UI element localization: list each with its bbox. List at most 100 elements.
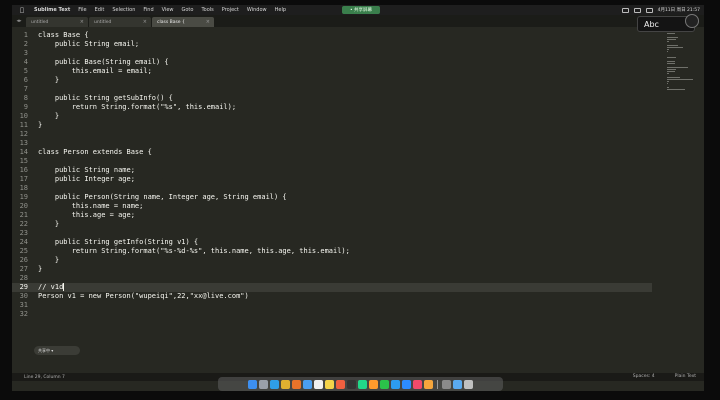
code-line[interactable]: 10 } (12, 112, 652, 121)
minimap[interactable] (667, 31, 695, 91)
code-line[interactable]: 31 (12, 301, 652, 310)
code-line[interactable]: 28 (12, 274, 652, 283)
line-text[interactable]: public String getInfo(String v1) { (32, 238, 198, 246)
line-text[interactable]: } (32, 112, 59, 120)
firefox-icon[interactable] (292, 379, 301, 389)
code-line[interactable]: 13 (12, 139, 652, 148)
tab-untitled-1[interactable]: untitled × (26, 17, 88, 27)
line-text[interactable] (32, 49, 38, 57)
sublime-icon[interactable] (369, 379, 378, 389)
code-line[interactable]: 3 (12, 49, 652, 58)
qq-icon[interactable] (391, 379, 400, 389)
terminal-icon[interactable] (347, 379, 356, 389)
code-line[interactable]: 24 public String getInfo(String v1) { (12, 238, 652, 247)
code-line[interactable]: 29 // v1d (12, 283, 652, 292)
line-text[interactable] (32, 184, 38, 192)
line-text[interactable]: class Base { (32, 31, 89, 39)
line-text[interactable] (32, 85, 38, 93)
line-text[interactable] (32, 139, 38, 147)
menu-clock[interactable]: 4月11日 周日 21:57 (658, 7, 700, 13)
menu-tools[interactable]: Tools (201, 7, 213, 13)
code-line[interactable]: 21 this.age = age; (12, 211, 652, 220)
menu-selection[interactable]: Selection (112, 7, 135, 13)
tab-untitled-2[interactable]: untitled × (89, 17, 151, 27)
notes-icon[interactable] (325, 379, 334, 389)
screen-share-pill[interactable]: • 共享屏幕 (342, 6, 380, 14)
code-line[interactable]: 25 return String.format("%s-%d-%s", this… (12, 247, 652, 256)
ime-circle-icon[interactable] (685, 14, 699, 28)
code-line[interactable]: 32 (12, 310, 652, 319)
wechat-icon[interactable] (380, 379, 389, 389)
menu-project[interactable]: Project (222, 7, 239, 13)
code-line[interactable]: 22 } (12, 220, 652, 229)
code-line[interactable]: 2 public String email; (12, 40, 652, 49)
tab-scroll-arrows-icon[interactable]: ◂▸ (12, 15, 26, 27)
battery-icon[interactable] (633, 7, 641, 13)
line-text[interactable] (32, 157, 38, 165)
line-text[interactable]: return String.format("%s-%d-%s", this.na… (32, 247, 350, 255)
folder-icon[interactable] (453, 379, 462, 389)
safari-icon[interactable] (270, 379, 279, 389)
line-text[interactable]: this.name = name; (32, 202, 144, 210)
line-text[interactable]: } (32, 76, 59, 84)
line-text[interactable]: } (32, 121, 42, 129)
wifi-icon[interactable] (645, 7, 653, 13)
code-line[interactable]: 9 return String.format("%s", this.email)… (12, 103, 652, 112)
code-line[interactable]: 12 (12, 130, 652, 139)
menu-app-name[interactable]: Sublime Text (34, 7, 70, 13)
code-line[interactable]: 23 (12, 229, 652, 238)
pycharm-icon[interactable] (358, 379, 367, 389)
menu-goto[interactable]: Goto (182, 7, 194, 13)
reminders-icon[interactable] (336, 379, 345, 389)
line-text[interactable] (32, 274, 38, 282)
line-text[interactable] (32, 301, 38, 309)
code-line[interactable]: 14 class Person extends Base { (12, 148, 652, 157)
apple-icon[interactable]:  (18, 7, 26, 14)
menu-file[interactable]: File (78, 7, 86, 13)
line-text[interactable]: this.email = email; (32, 67, 152, 75)
line-text[interactable]: public Integer age; (32, 175, 135, 183)
cursor-position[interactable]: Line 29, Column 7 (24, 375, 65, 380)
menu-view[interactable]: View (162, 7, 174, 13)
line-text[interactable]: } (32, 265, 42, 273)
line-text[interactable]: class Person extends Base { (32, 148, 152, 156)
line-text[interactable]: this.age = age; (32, 211, 135, 219)
menu-edit[interactable]: Edit (95, 7, 105, 13)
mail-icon[interactable] (303, 379, 312, 389)
photos-icon[interactable] (424, 379, 433, 389)
line-text[interactable]: } (32, 256, 59, 264)
code-line[interactable]: 19 public Person(String name, Integer ag… (12, 193, 652, 202)
line-text[interactable]: public Person(String name, Integer age, … (32, 193, 287, 201)
code-line[interactable]: 27} (12, 265, 652, 274)
code-line[interactable]: 15 (12, 157, 652, 166)
code-line[interactable]: 16 public String name; (12, 166, 652, 175)
code-line[interactable]: 8 public String getSubInfo() { (12, 94, 652, 103)
menu-window[interactable]: Window (247, 7, 267, 13)
line-text[interactable] (32, 229, 38, 237)
zoom-icon[interactable] (402, 379, 411, 389)
code-line[interactable]: 26 } (12, 256, 652, 265)
line-text[interactable] (32, 310, 38, 318)
code-line[interactable]: 11} (12, 121, 652, 130)
code-line[interactable]: 5 this.email = email; (12, 67, 652, 76)
menu-help[interactable]: Help (275, 7, 286, 13)
code-line[interactable]: 18 (12, 184, 652, 193)
music-icon[interactable] (413, 379, 422, 389)
screen-icon[interactable] (621, 7, 629, 13)
line-text[interactable]: public String name; (32, 166, 135, 174)
close-icon[interactable]: × (80, 19, 84, 25)
tab-active-file[interactable]: class Base { × (152, 17, 214, 27)
code-line[interactable]: 4 public Base(String email) { (12, 58, 652, 67)
close-icon[interactable]: × (206, 19, 210, 25)
menu-find[interactable]: Find (143, 7, 153, 13)
line-text[interactable]: Person v1 = new Person("wupeiqi",22,"xx@… (32, 292, 249, 300)
code-line[interactable]: 1 class Base { (12, 31, 652, 40)
syntax-indicator[interactable]: Plain Text (675, 374, 696, 379)
line-text[interactable]: return String.format("%s", this.email); (32, 103, 236, 111)
line-text[interactable] (32, 130, 38, 138)
tab-size-indicator[interactable]: Spaces: 4 (633, 374, 655, 379)
line-text[interactable]: public String email; (32, 40, 139, 48)
code-line[interactable]: 17 public Integer age; (12, 175, 652, 184)
close-icon[interactable]: × (143, 19, 147, 25)
trash-icon[interactable] (464, 379, 473, 389)
